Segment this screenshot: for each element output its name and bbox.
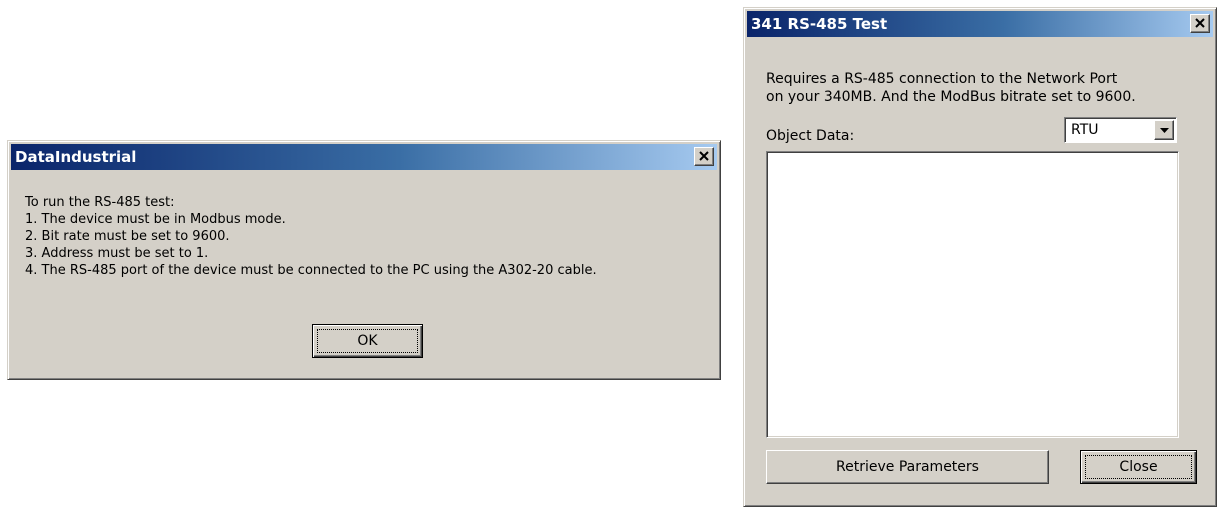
title-bar[interactable]: 341 RS-485 Test bbox=[747, 11, 1213, 37]
close-dialog-button[interactable]: Close bbox=[1080, 450, 1197, 484]
message-line: To run the RS-485 test: bbox=[25, 195, 175, 210]
close-icon bbox=[1195, 18, 1205, 28]
close-button[interactable] bbox=[1190, 14, 1210, 33]
message-line: 4. The RS-485 port of the device must be… bbox=[25, 263, 597, 278]
rs485-test-dialog: 341 RS-485 Test Requires a RS-485 connec… bbox=[743, 7, 1217, 507]
mode-select-value: RTU bbox=[1071, 122, 1099, 138]
message-text: To run the RS-485 test: 1. The device mu… bbox=[25, 194, 597, 279]
chevron-down-icon bbox=[1160, 128, 1169, 133]
requirement-line: on your 340MB. And the ModBus bitrate se… bbox=[766, 89, 1136, 105]
ok-button-label: OK bbox=[357, 333, 378, 349]
mode-select[interactable]: RTU bbox=[1064, 117, 1177, 143]
message-line: 3. Address must be set to 1. bbox=[25, 246, 209, 261]
requirements-text: Requires a RS-485 connection to the Netw… bbox=[766, 70, 1136, 106]
ok-button[interactable]: OK bbox=[312, 324, 423, 358]
close-button[interactable] bbox=[694, 147, 714, 166]
message-line: 2. Bit rate must be set to 9600. bbox=[25, 229, 230, 244]
requirement-line: Requires a RS-485 connection to the Netw… bbox=[766, 71, 1118, 87]
retrieve-parameters-label: Retrieve Parameters bbox=[836, 459, 979, 475]
close-icon bbox=[699, 151, 709, 161]
dialog-title: 341 RS-485 Test bbox=[751, 15, 888, 33]
dialog-title: DataIndustrial bbox=[15, 148, 137, 166]
close-dialog-label: Close bbox=[1119, 459, 1158, 475]
object-data-textarea[interactable] bbox=[766, 151, 1179, 438]
title-bar[interactable]: DataIndustrial bbox=[11, 144, 717, 170]
retrieve-parameters-button[interactable]: Retrieve Parameters bbox=[766, 450, 1049, 484]
object-data-label: Object Data: bbox=[766, 128, 855, 144]
datainductrial-dialog: DataIndustrial To run the RS-485 test: 1… bbox=[7, 140, 721, 380]
message-line: 1. The device must be in Modbus mode. bbox=[25, 212, 286, 227]
dropdown-button[interactable] bbox=[1154, 120, 1174, 140]
